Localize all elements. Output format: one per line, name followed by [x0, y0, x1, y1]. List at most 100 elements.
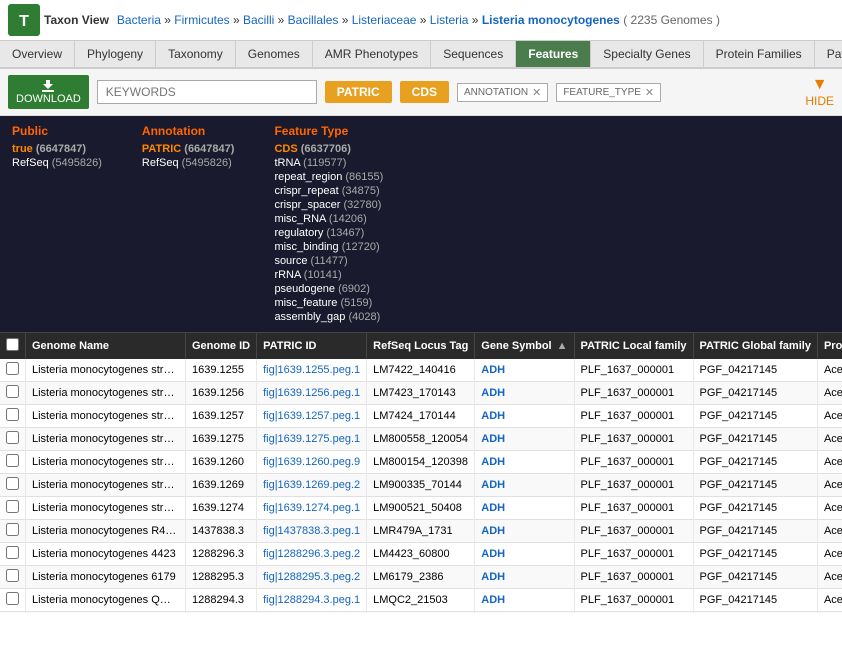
col-genome-id[interactable]: Genome ID	[186, 333, 257, 359]
tab-phylogeny[interactable]: Phylogeny	[75, 41, 156, 67]
refseq-locus-cell: LMQOC1_31184	[367, 612, 475, 614]
col-product[interactable]: Product	[817, 333, 842, 359]
filter-crispr-spacer[interactable]: crispr_spacer (32780)	[274, 198, 383, 212]
genome-name-cell: Listeria monocytogenes strain LM07423	[26, 382, 186, 405]
table-row: Listeria monocytogenes strain LM08-00 1 …	[0, 451, 842, 474]
tab-overview[interactable]: Overview	[0, 41, 75, 67]
col-gene-symbol[interactable]: Gene Symbol ▲	[475, 333, 574, 359]
select-all-checkbox[interactable]	[6, 338, 19, 351]
filter-misc-feature[interactable]: misc_feature (5159)	[274, 296, 383, 310]
refseq-locus-cell: LM6179_2386	[367, 566, 475, 589]
gene-symbol-cell: ADH	[475, 612, 574, 614]
gene-symbol-cell: ADH	[475, 474, 574, 497]
tab-genomes[interactable]: Genomes	[236, 41, 313, 67]
genome-id-cell: 1288296.3	[186, 543, 257, 566]
filter-annotation-patric[interactable]: PATRIC (6647847)	[142, 142, 235, 156]
row-checkbox-cell	[0, 497, 26, 520]
filter-public-true[interactable]: true (6647847)	[12, 142, 102, 156]
refseq-locus-cell: LM800154_120398	[367, 451, 475, 474]
filter-rrna[interactable]: rRNA (10141)	[274, 268, 383, 282]
row-checkbox[interactable]	[6, 500, 19, 513]
filter-refseq[interactable]: RefSeq (5495826)	[12, 156, 102, 170]
row-checkbox[interactable]	[6, 523, 19, 536]
tab-pathways[interactable]: Pathways	[815, 41, 842, 67]
filter-repeat-region[interactable]: repeat_region (86155)	[274, 170, 383, 184]
patric-id-cell: fig|1639.1260.peg.9	[257, 451, 367, 474]
row-checkbox[interactable]	[6, 454, 19, 467]
filter-misc-rna[interactable]: misc_RNA (14206)	[274, 212, 383, 226]
refseq-locus-cell: LM7424_170144	[367, 405, 475, 428]
gene-symbol-cell: ADH	[475, 382, 574, 405]
tab-protein-families[interactable]: Protein Families	[704, 41, 815, 67]
col-genome-name[interactable]: Genome Name	[26, 333, 186, 359]
filter-trna[interactable]: tRNA (119577)	[274, 156, 383, 170]
tab-taxonomy[interactable]: Taxonomy	[156, 41, 236, 67]
patric-global-cell: PGF_04217145	[693, 405, 817, 428]
hide-filter-button[interactable]: ▼ HIDE	[805, 76, 834, 108]
search-input[interactable]	[97, 80, 317, 104]
filter-assembly-gap[interactable]: assembly_gap (4028)	[274, 310, 383, 324]
patric-local-cell: PLF_1637_000001	[574, 451, 693, 474]
patric-id-cell: fig|1288294.3.peg.1	[257, 589, 367, 612]
patric-local-cell: PLF_1637_000001	[574, 520, 693, 543]
tab-specialty-genes[interactable]: Specialty Genes	[591, 41, 703, 67]
annotation-chip: ANNOTATION ✕	[457, 83, 548, 102]
patric-global-cell: PGF_04217145	[693, 474, 817, 497]
table-row: Listeria monocytogenes QOC2 1288294.3 fi…	[0, 589, 842, 612]
filter-annotation-refseq[interactable]: RefSeq (5495826)	[142, 156, 235, 170]
row-checkbox[interactable]	[6, 569, 19, 582]
genome-name-cell: Listeria monocytogenes QOC2	[26, 589, 186, 612]
filter-pseudogene[interactable]: pseudogene (6902)	[274, 282, 383, 296]
header: T Taxon View Bacteria » Firmicutes » Bac…	[0, 0, 842, 41]
row-checkbox[interactable]	[6, 431, 19, 444]
feature-type-filter-button[interactable]: CDS	[400, 81, 449, 103]
gene-symbol-cell: ADH	[475, 589, 574, 612]
patric-local-cell: PLF_1637_000001	[574, 566, 693, 589]
row-checkbox-cell	[0, 359, 26, 382]
filter-cds[interactable]: CDS (6637706)	[274, 142, 383, 156]
download-button[interactable]: DOWNLOAD	[8, 75, 89, 109]
genome-name-cell: Listeria monocytogenes 6179	[26, 566, 186, 589]
tab-amr[interactable]: AMR Phenotypes	[313, 41, 431, 67]
col-patric-global[interactable]: PATRIC Global family	[693, 333, 817, 359]
table-row: Listeria monocytogenes strain LM07422 16…	[0, 359, 842, 382]
col-patric-local[interactable]: PATRIC Local family	[574, 333, 693, 359]
row-checkbox[interactable]	[6, 362, 19, 375]
genome-id-cell: 1288295.3	[186, 566, 257, 589]
row-checkbox[interactable]	[6, 408, 19, 421]
filter-misc-binding[interactable]: misc_binding (12720)	[274, 240, 383, 254]
filter-public-header: Public	[12, 124, 102, 138]
patric-local-cell: PLF_1637_000001	[574, 474, 693, 497]
gene-symbol-cell: ADH	[475, 543, 574, 566]
features-table-container[interactable]: Genome Name Genome ID PATRIC ID RefSeq L…	[0, 333, 842, 613]
refseq-locus-cell: LM4423_60800	[367, 543, 475, 566]
product-cell: Acetaldehyde dehydrogenase (EC 1.2.1.10)…	[817, 520, 842, 543]
genome-id-cell: 1288293.3	[186, 612, 257, 614]
row-checkbox-cell	[0, 589, 26, 612]
filter-source[interactable]: source (11477)	[274, 254, 383, 268]
download-icon	[41, 79, 55, 93]
patric-global-cell: PGF_04217145	[693, 612, 817, 614]
genome-id-cell: 1639.1274	[186, 497, 257, 520]
row-checkbox[interactable]	[6, 385, 19, 398]
tab-sequences[interactable]: Sequences	[431, 41, 516, 67]
patric-id-cell: fig|1288296.3.peg.2	[257, 543, 367, 566]
tab-features[interactable]: Features	[516, 41, 591, 67]
row-checkbox[interactable]	[6, 546, 19, 559]
row-checkbox[interactable]	[6, 477, 19, 490]
patric-global-cell: PGF_04217145	[693, 359, 817, 382]
filter-crispr-repeat[interactable]: crispr_repeat (34875)	[274, 184, 383, 198]
filter-regulatory[interactable]: regulatory (13467)	[274, 226, 383, 240]
col-refseq-locus[interactable]: RefSeq Locus Tag	[367, 333, 475, 359]
refseq-locus-cell: LM900335_70144	[367, 474, 475, 497]
refseq-locus-cell: LM7422_140416	[367, 359, 475, 382]
gene-symbol-cell: ADH	[475, 520, 574, 543]
col-checkbox	[0, 333, 26, 359]
annotation-filter-button[interactable]: PATRIC	[325, 81, 392, 103]
col-patric-id[interactable]: PATRIC ID	[257, 333, 367, 359]
genome-name-cell: Listeria monocytogenes strain LM09-00 1	[26, 428, 186, 451]
genome-name-cell: Listeria monocytogenes strain LM09-00 1	[26, 474, 186, 497]
product-cell: Acetaldehyde dehydrogenase (EC 1.2.1.10)…	[817, 382, 842, 405]
row-checkbox[interactable]	[6, 592, 19, 605]
filter-feature-header: Feature Type	[274, 124, 383, 138]
